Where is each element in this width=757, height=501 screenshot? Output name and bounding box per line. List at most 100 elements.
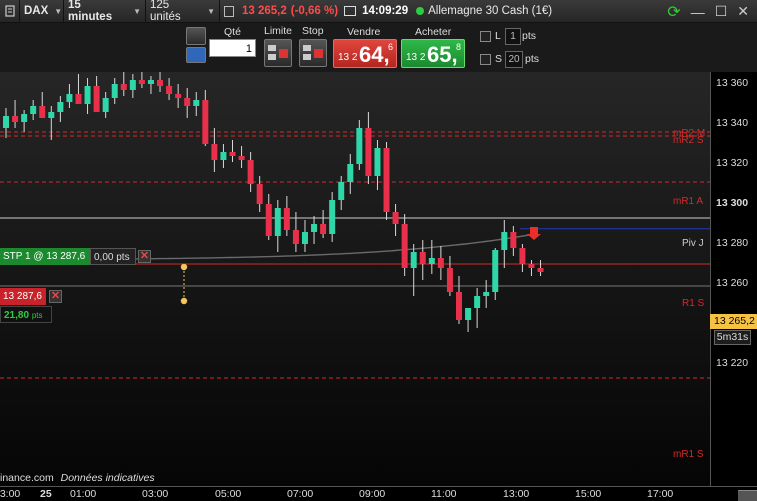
candle-body — [220, 152, 227, 160]
candle-body — [301, 232, 308, 244]
stop-order-pts: 0,00 pts — [90, 248, 136, 265]
candle-body — [265, 204, 272, 236]
candle-body — [519, 248, 526, 264]
price-tick: 13 220 — [716, 357, 749, 369]
candle-body — [111, 84, 118, 98]
maximize-button[interactable]: ☐ — [715, 3, 728, 20]
position-pnl: 21,80 pts — [0, 306, 52, 323]
quote-info: 13 265,2 (-0,66 %) 14:09:29 Allemagne 30… — [220, 0, 658, 23]
price-chart[interactable] — [0, 72, 710, 486]
candle-body — [456, 292, 462, 320]
stop-order-tag[interactable]: STP 1 @ 13 287,6 — [0, 248, 90, 265]
stop-checkbox[interactable] — [480, 54, 491, 65]
settings-icon[interactable] — [186, 27, 206, 45]
candle-body — [120, 84, 127, 90]
order-anchor-dot[interactable] — [180, 263, 188, 271]
candle-body — [129, 80, 136, 90]
price-axis[interactable]: 13 360 13 340 13 320 13 300 13 280 13 260 13 2… — [710, 72, 757, 486]
candle-body — [12, 116, 19, 122]
time-tick: 13:00 — [503, 488, 530, 500]
candle-body — [483, 292, 490, 296]
candle-body — [184, 98, 191, 106]
stop-points-input[interactable]: 20 — [505, 51, 523, 68]
chart-background — [0, 72, 710, 486]
position-anchor-dot[interactable] — [180, 297, 188, 305]
candle-body — [75, 94, 82, 104]
axis-resize-handle[interactable] — [738, 490, 757, 501]
buy-price-main: 65, — [427, 42, 458, 67]
buy-label: Acheter — [415, 26, 452, 38]
candle-body — [3, 116, 9, 128]
time-tick: 25 — [40, 488, 52, 500]
sell-button[interactable]: 13 2 64, 6 — [333, 39, 397, 68]
units-selector[interactable]: 125 unités ▼ — [146, 0, 220, 23]
limit-checkbox[interactable] — [480, 31, 491, 42]
sell-price-main: 64, — [359, 42, 390, 67]
instrument-selector[interactable]: DAX ▼ — [20, 0, 64, 23]
candle-body — [66, 94, 73, 102]
stop-order-button[interactable] — [299, 39, 327, 67]
units-label: 125 unités — [150, 0, 181, 23]
time-axis[interactable]: 23:00 25 01:00 03:00 05:00 07:00 09:00 11:00 13:… — [0, 486, 757, 501]
level-label-mr1s: mR1 S — [673, 449, 704, 460]
timeframe-selector[interactable]: 15 minutes ▼ — [64, 0, 146, 23]
candle-body — [292, 230, 299, 244]
limit-order-button[interactable] — [264, 39, 292, 67]
limit-points-input[interactable]: 1 — [505, 28, 521, 45]
time-tick: 03:00 — [142, 488, 169, 500]
candle — [383, 142, 390, 220]
close-button[interactable]: ✕ — [737, 3, 749, 20]
minimize-button[interactable]: — — [691, 4, 705, 20]
position-pnl-unit: pts — [31, 311, 43, 320]
keypad-icon[interactable] — [186, 47, 206, 63]
candle-body — [392, 212, 399, 224]
candle-body — [492, 250, 499, 292]
candle-body — [247, 160, 254, 184]
candle-body — [147, 80, 154, 84]
sell-price-prefix: 13 2 — [338, 52, 358, 63]
close-position-button[interactable]: ✕ — [49, 290, 62, 303]
candle-body — [57, 102, 64, 112]
candle-body — [428, 258, 435, 264]
cancel-order-button[interactable]: ✕ — [138, 250, 151, 263]
candle-body — [437, 258, 444, 268]
candle-body — [537, 268, 544, 272]
candle-body — [347, 164, 354, 182]
price-tick: 13 320 — [716, 157, 749, 169]
candle-body — [320, 224, 327, 234]
quantity-input[interactable]: 1 — [209, 39, 256, 57]
candle-body — [175, 94, 182, 98]
candle-body — [365, 128, 372, 176]
candle-body — [383, 148, 390, 212]
refresh-icon[interactable]: ⟳ — [667, 2, 680, 22]
candle-body — [329, 200, 336, 234]
position-price-tag[interactable]: 13 287,6 — [0, 288, 46, 305]
chart-footer: inance.com Données indicatives — [0, 472, 155, 484]
time-tick: 11:00 — [431, 488, 457, 500]
time-tick: 05:00 — [215, 488, 242, 500]
candle-body — [102, 98, 109, 112]
candle-body — [311, 224, 318, 232]
level-label-mr1a: mR1 A — [673, 196, 704, 207]
instrument-label: DAX — [24, 5, 49, 17]
instrument-link-icon[interactable] — [0, 0, 20, 23]
level-label-pivot: Piv J — [682, 238, 704, 249]
buy-price-fraction: 8 — [455, 42, 461, 52]
candle-body — [401, 224, 408, 268]
limit-check-label: L — [495, 30, 501, 42]
current-price-tag: 13 265,2 — [710, 314, 757, 329]
time-tick: 01:00 — [70, 488, 97, 500]
quote-info-icon — [224, 5, 234, 17]
level-label-mr2s: mR2 S — [673, 135, 704, 146]
candle-body — [283, 208, 290, 230]
timeframe-label: 15 minutes — [68, 0, 113, 23]
candle-body — [84, 86, 91, 104]
buy-button[interactable]: 13 2 65, 8 — [401, 39, 465, 68]
candle-body — [256, 184, 263, 204]
candle-body — [410, 252, 417, 268]
price-change: (-0,66 %) — [290, 5, 339, 17]
time-tick: 17:00 — [647, 488, 674, 500]
candle-body — [157, 80, 164, 86]
candle-body — [501, 232, 508, 250]
candle-body — [356, 128, 363, 164]
